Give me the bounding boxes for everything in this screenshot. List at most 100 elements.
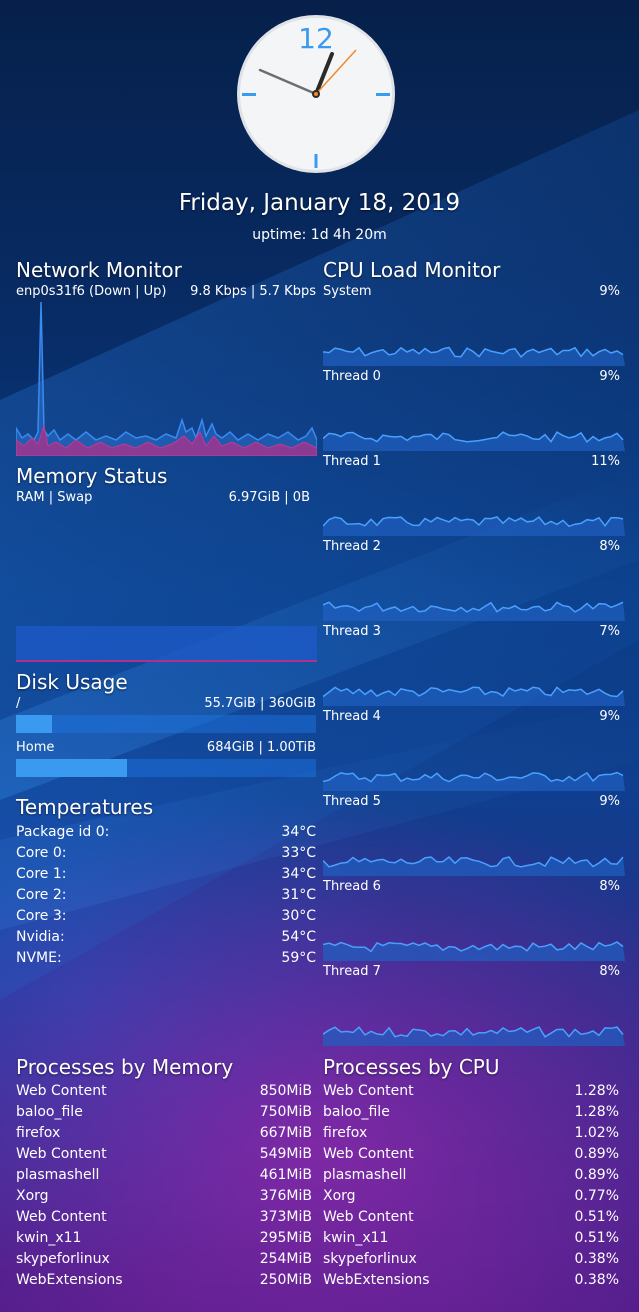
temperature-value: 59°C <box>281 950 316 966</box>
clock-numeral: 12 <box>298 22 334 55</box>
process-name: plasmashell <box>16 1167 100 1183</box>
process-name: Web Content <box>323 1083 414 1099</box>
cpu-row-label: Thread 6 <box>323 879 381 894</box>
temperature-name: Core 2: <box>16 887 67 903</box>
cpu-row-value: 9% <box>599 284 620 299</box>
clock-tick-6 <box>314 154 318 168</box>
process-name: kwin_x11 <box>323 1230 389 1246</box>
cpu-load-area <box>323 602 625 621</box>
cpu-row-value: 9% <box>599 794 620 809</box>
process-name: WebExtensions <box>16 1272 123 1288</box>
processes-by-memory-title: Processes by Memory <box>16 1055 234 1079</box>
temperature-name: Nvidia: <box>16 929 65 945</box>
cpu-row-value: 9% <box>599 709 620 724</box>
cpu-load-area <box>323 347 625 366</box>
temperature-name: Core 3: <box>16 908 67 924</box>
analog-clock: 12 <box>237 15 395 173</box>
process-name: kwin_x11 <box>16 1230 82 1246</box>
temperature-name: Core 0: <box>16 845 67 861</box>
process-name: Xorg <box>323 1188 356 1204</box>
process-value: 254MiB <box>259 1251 312 1267</box>
cpu-row-value: 8% <box>599 964 620 979</box>
memory-label: RAM | Swap <box>16 490 93 505</box>
cpu-row-value: 11% <box>591 454 620 469</box>
process-name: firefox <box>323 1125 368 1141</box>
disk-home-label: Home <box>16 740 55 755</box>
process-value: 373MiB <box>259 1209 312 1225</box>
cpu-load-graph <box>323 431 625 451</box>
cpu-row-label: Thread 4 <box>323 709 381 724</box>
process-value: 461MiB <box>259 1167 312 1183</box>
cpu-load-graph <box>323 771 625 791</box>
disk-root-bar <box>16 715 316 733</box>
disk-home-value: 684GiB | 1.00TiB <box>206 740 316 755</box>
process-value: 0.51% <box>574 1209 619 1225</box>
temperature-value: 34°C <box>281 866 316 882</box>
process-name: Web Content <box>323 1146 414 1162</box>
cpu-row-value: 9% <box>599 369 620 384</box>
process-value: 0.89% <box>574 1146 619 1162</box>
process-value: 0.38% <box>574 1272 619 1288</box>
process-value: 750MiB <box>259 1104 312 1120</box>
cpu-row-value: 8% <box>599 539 620 554</box>
process-value: 0.89% <box>574 1167 619 1183</box>
cpu-load-graph <box>323 346 625 366</box>
process-value: 295MiB <box>259 1230 312 1246</box>
cpu-load-monitor-title: CPU Load Monitor <box>323 258 501 282</box>
cpu-row-label: System <box>323 284 372 299</box>
process-value: 549MiB <box>259 1146 312 1162</box>
disk-root-bar-fill <box>16 715 52 733</box>
disk-home-bar-fill <box>16 759 127 777</box>
memory-value: 6.97GiB | 0B <box>228 490 310 505</box>
temperature-name: NVME: <box>16 950 62 966</box>
process-name: Xorg <box>16 1188 49 1204</box>
memory-graph <box>16 626 317 662</box>
network-rates-value: 9.8 Kbps | 5.7 Kbps <box>190 284 316 299</box>
temperature-value: 33°C <box>281 845 316 861</box>
process-name: WebExtensions <box>323 1272 430 1288</box>
process-value: 376MiB <box>259 1188 312 1204</box>
temperature-value: 30°C <box>281 908 316 924</box>
process-name: firefox <box>16 1125 61 1141</box>
process-value: 0.77% <box>574 1188 619 1204</box>
clock-tick-3 <box>376 93 390 96</box>
temperature-value: 31°C <box>281 887 316 903</box>
cpu-load-graph <box>323 941 625 961</box>
temperature-value: 34°C <box>281 824 316 840</box>
disk-root-value: 55.7GiB | 360GiB <box>204 696 316 711</box>
process-name: skypeforlinux <box>323 1251 417 1267</box>
disk-root-label: / <box>16 696 21 711</box>
disk-usage-title: Disk Usage <box>16 670 128 694</box>
process-name: Web Content <box>16 1083 107 1099</box>
cpu-load-graph <box>323 1026 625 1046</box>
process-name: plasmashell <box>323 1167 407 1183</box>
processes-by-cpu-title: Processes by CPU <box>323 1055 500 1079</box>
cpu-row-label: Thread 2 <box>323 539 381 554</box>
memory-status-title: Memory Status <box>16 464 168 488</box>
process-value: 1.28% <box>574 1083 619 1099</box>
network-monitor-title: Network Monitor <box>16 258 182 282</box>
process-value: 250MiB <box>259 1272 312 1288</box>
cpu-row-value: 8% <box>599 879 620 894</box>
cpu-row-label: Thread 0 <box>323 369 381 384</box>
cpu-load-graph <box>323 516 625 536</box>
date-label: Friday, January 18, 2019 <box>178 190 461 216</box>
cpu-row-label: Thread 7 <box>323 964 381 979</box>
process-name: Web Content <box>323 1209 414 1225</box>
process-value: 1.28% <box>574 1104 619 1120</box>
process-value: 667MiB <box>259 1125 312 1141</box>
process-value: 0.38% <box>574 1251 619 1267</box>
process-name: Web Content <box>16 1209 107 1225</box>
process-name: baloo_file <box>16 1104 83 1120</box>
cpu-load-graph <box>323 855 625 876</box>
network-down-area <box>16 301 317 456</box>
cpu-row-value: 7% <box>599 624 620 639</box>
cpu-load-graph <box>323 686 625 706</box>
disk-home-bar <box>16 759 316 777</box>
temperature-name: Package id 0: <box>16 824 110 840</box>
cpu-row-label: Thread 1 <box>323 454 381 469</box>
temperatures-title: Temperatures <box>16 795 154 819</box>
cpu-row-label: Thread 5 <box>323 794 381 809</box>
network-interface-label: enp0s31f6 (Down | Up) <box>16 284 167 299</box>
process-name: skypeforlinux <box>16 1251 110 1267</box>
